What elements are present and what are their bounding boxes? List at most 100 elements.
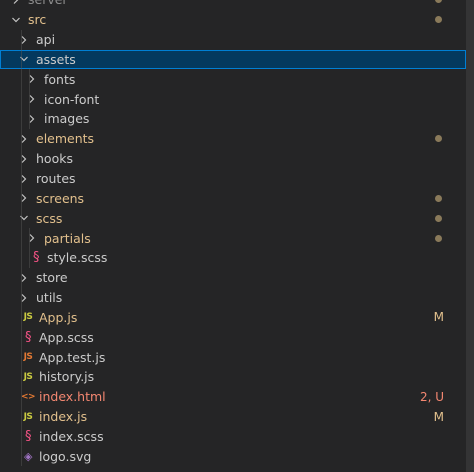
tree-file-App-test-js[interactable]: JS App.test.js — [0, 347, 466, 368]
indent-guide — [21, 148, 22, 169]
tree-file-style-scss[interactable]: § style.scss — [0, 247, 466, 268]
scss-icon: § — [25, 428, 32, 444]
indent-guide — [21, 247, 22, 268]
tree-folder-screens[interactable]: screens — [0, 188, 466, 209]
tree-item-label: App.test.js — [39, 349, 106, 365]
tree-folder-api[interactable]: api — [0, 29, 466, 50]
indent-guide — [21, 109, 22, 129]
svg-icon: ◈ — [24, 449, 32, 463]
tree-file-logo-svg[interactable]: ◈ logo.svg — [0, 446, 466, 467]
tree-item-label: screens — [36, 190, 85, 206]
git-status-badge: M — [433, 310, 444, 325]
tree-folder-routes[interactable]: routes — [0, 168, 466, 189]
tree-folder-partials[interactable]: partials — [0, 228, 466, 248]
tree-item-label: logo.svg — [39, 448, 92, 464]
chevron-right-icon[interactable] — [16, 151, 32, 167]
tree-file-index-scss[interactable]: § index.scss — [0, 426, 466, 447]
tree-file-App-js[interactable]: JS App.js M — [0, 307, 466, 328]
indent-guide — [21, 386, 22, 407]
tree-item-label: history.js — [39, 369, 95, 385]
scss-icon: § — [33, 250, 40, 266]
indent-guide — [29, 228, 30, 248]
chevron-right-icon[interactable] — [24, 230, 40, 246]
git-changes-dot — [435, 234, 442, 242]
tree-folder-store[interactable]: store — [0, 267, 466, 288]
tree-item-label: fonts — [44, 71, 76, 87]
scss-icon: § — [25, 329, 32, 345]
tree-folder-server[interactable]: server — [0, 0, 466, 10]
tree-file-index-js[interactable]: JS index.js M — [0, 406, 466, 427]
chevron-down-icon[interactable] — [16, 51, 32, 67]
indent-guide — [21, 188, 22, 209]
chevron-right-icon[interactable] — [24, 91, 40, 107]
tree-item-label: hooks — [36, 151, 73, 167]
indent-guide — [21, 49, 22, 70]
chevron-down-icon[interactable] — [8, 12, 24, 28]
indent-guide — [29, 247, 30, 268]
indent-guide — [21, 208, 22, 229]
scrollbar-thumb[interactable] — [466, 0, 474, 472]
indent-guide — [21, 327, 22, 348]
indent-guide — [21, 128, 22, 149]
js-test-icon: JS — [23, 352, 33, 363]
tree-item-label: routes — [36, 171, 76, 187]
indent-guide — [21, 69, 22, 90]
indent-guide — [21, 287, 22, 308]
tree-folder-icon-font[interactable]: icon-font — [0, 89, 466, 110]
indent-guide — [21, 426, 22, 447]
indent-guide — [21, 89, 22, 110]
chevron-right-icon[interactable] — [16, 270, 32, 286]
git-changes-dot — [435, 0, 442, 4]
tree-item-label: index.js — [39, 409, 88, 425]
tree-file-history-js[interactable]: JS history.js — [0, 367, 466, 387]
js-icon: JS — [23, 411, 33, 422]
file-tree: server src api assets fonts icon-font images el… — [0, 0, 466, 467]
indent-guide — [21, 228, 22, 248]
tree-item-label: images — [44, 111, 90, 127]
indent-guide — [21, 307, 22, 328]
tree-file-App-scss[interactable]: § App.scss — [0, 327, 466, 348]
chevron-right-icon[interactable] — [24, 111, 40, 127]
tree-file-index-html[interactable]: <> index.html 2, U — [0, 386, 466, 407]
git-status-badge: M — [433, 409, 444, 424]
indent-guide — [29, 69, 30, 90]
indent-guide — [29, 89, 30, 110]
indent-guide — [21, 406, 22, 427]
chevron-right-icon[interactable] — [8, 0, 24, 8]
chevron-right-icon[interactable] — [16, 32, 32, 48]
tree-folder-assets[interactable]: assets — [0, 49, 466, 70]
indent-guide — [21, 347, 22, 368]
chevron-right-icon[interactable] — [16, 131, 32, 147]
tree-folder-fonts[interactable]: fonts — [0, 69, 466, 90]
indent-guide — [21, 168, 22, 189]
tree-item-label: elements — [36, 131, 95, 147]
tree-item-label: icon-font — [44, 91, 100, 107]
indent-guide — [21, 267, 22, 288]
tree-item-label: assets — [36, 51, 76, 67]
tree-item-label: App.scss — [39, 329, 94, 345]
tree-folder-hooks[interactable]: hooks — [0, 148, 466, 169]
tree-item-label: partials — [44, 230, 91, 246]
tree-item-label: scss — [36, 210, 63, 226]
indent-guide — [21, 367, 22, 387]
chevron-right-icon[interactable] — [16, 190, 32, 206]
indent-guide — [21, 446, 22, 467]
scrollbar-track[interactable] — [466, 0, 474, 472]
tree-folder-images[interactable]: images — [0, 109, 466, 129]
chevron-right-icon[interactable] — [16, 171, 32, 187]
chevron-down-icon[interactable] — [16, 210, 32, 226]
js-icon: JS — [23, 371, 33, 382]
tree-item-label: src — [28, 12, 47, 28]
indent-guide — [21, 29, 22, 50]
chevron-right-icon[interactable] — [16, 290, 32, 306]
tree-item-label: server — [28, 0, 68, 7]
tree-folder-scss[interactable]: scss — [0, 208, 466, 229]
chevron-right-icon[interactable] — [24, 71, 40, 87]
tree-folder-utils[interactable]: utils — [0, 287, 466, 308]
tree-folder-elements[interactable]: elements — [0, 128, 466, 149]
tree-item-label: store — [36, 270, 68, 286]
tree-item-label: utils — [36, 290, 63, 306]
tree-folder-src[interactable]: src — [0, 10, 466, 30]
js-icon: JS — [23, 312, 33, 323]
tree-item-label: index.html — [39, 389, 106, 405]
